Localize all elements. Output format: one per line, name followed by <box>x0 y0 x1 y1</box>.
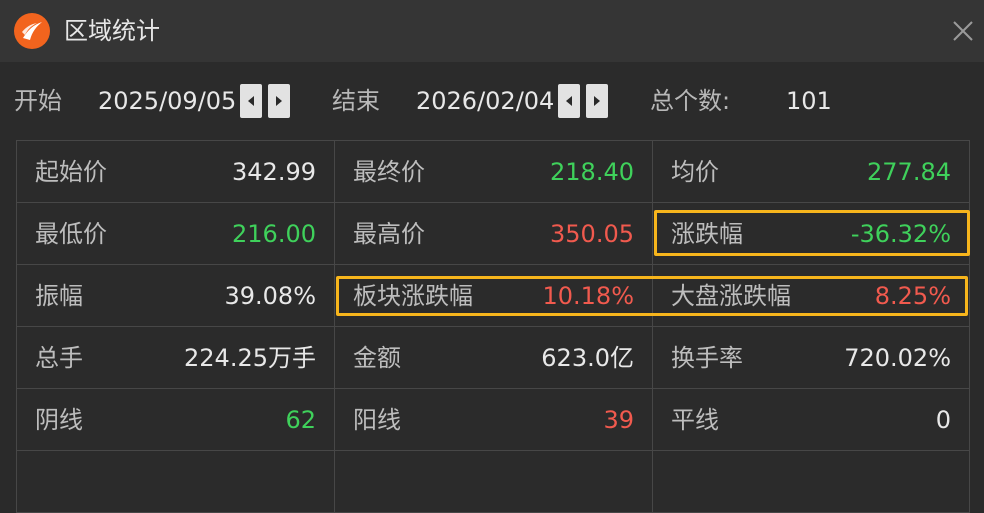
stat-label: 均价 <box>671 158 719 186</box>
stat-cell-sector-change: 板块涨跌幅 10.18% <box>334 264 653 327</box>
stat-value: 62 <box>285 406 316 434</box>
table-row: 总手 224.25万手 金额 623.0亿 换手率 720.02% <box>16 326 970 389</box>
count-value: 101 <box>786 87 832 115</box>
stat-cell-total-volume: 总手 224.25万手 <box>16 326 335 389</box>
stat-label: 涨跌幅 <box>671 220 743 248</box>
stat-value: 720.02% <box>844 344 951 372</box>
stat-label: 换手率 <box>671 344 743 372</box>
stat-value: 342.99 <box>232 158 316 186</box>
stat-value: 350.05 <box>550 220 634 248</box>
stat-value: 8.25% <box>874 282 951 310</box>
table-row: 振幅 39.08% 板块涨跌幅 10.18% 大盘涨跌幅 8.25% <box>16 264 970 327</box>
triangle-left-icon <box>248 96 254 106</box>
start-label: 开始 <box>14 87 62 115</box>
table-row: 最低价 216.00 最高价 350.05 涨跌幅 -36.32% <box>16 202 970 265</box>
stat-value: 0 <box>935 406 951 434</box>
stat-cell-start-price: 起始价 342.99 <box>16 140 335 203</box>
stat-value: 216.00 <box>232 220 316 248</box>
stat-cell-high-price: 最高价 350.05 <box>334 202 653 265</box>
app-logo-icon <box>14 13 50 49</box>
count-label: 总个数: <box>650 87 731 115</box>
end-prev-button[interactable] <box>558 84 580 118</box>
stat-value: -36.32% <box>850 220 951 248</box>
stat-cell-up-candles: 阳线 39 <box>334 388 653 451</box>
stat-label: 总手 <box>35 344 83 372</box>
stat-value: 39.08% <box>224 282 316 310</box>
start-prev-button[interactable] <box>240 84 262 118</box>
triangle-left-icon <box>566 96 572 106</box>
stat-cell-market-change: 大盘涨跌幅 8.25% <box>652 264 970 327</box>
end-next-button[interactable] <box>586 84 608 118</box>
stat-value: 224.25万手 <box>184 344 316 372</box>
stat-label: 最终价 <box>353 158 425 186</box>
stat-label: 阳线 <box>353 406 401 434</box>
end-date[interactable]: 2026/02/04 <box>416 86 554 116</box>
stat-label: 最高价 <box>353 220 425 248</box>
window-title: 区域统计 <box>64 17 160 45</box>
stat-value: 277.84 <box>867 158 951 186</box>
stats-table: 起始价 342.99 最终价 218.40 均价 277.84 最低价 216.… <box>16 140 970 513</box>
stat-label: 阴线 <box>35 406 83 434</box>
stat-label: 大盘涨跌幅 <box>671 282 791 310</box>
stat-label: 平线 <box>671 406 719 434</box>
empty-cell <box>334 450 653 513</box>
empty-cell <box>652 450 970 513</box>
start-date[interactable]: 2025/09/05 <box>98 86 236 116</box>
stat-cell-down-candles: 阴线 62 <box>16 388 335 451</box>
triangle-right-icon <box>276 96 282 106</box>
stat-value: 623.0亿 <box>541 344 634 372</box>
stat-cell-final-price: 最终价 218.40 <box>334 140 653 203</box>
date-range-bar: 开始 2025/09/05 结束 2026/02/04 总个数: 101 <box>0 62 984 140</box>
table-row <box>16 450 970 513</box>
empty-cell <box>16 450 335 513</box>
start-next-button[interactable] <box>268 84 290 118</box>
triangle-right-icon <box>594 96 600 106</box>
stat-label: 振幅 <box>35 282 83 310</box>
stat-label: 最低价 <box>35 220 107 248</box>
stat-cell-amplitude: 振幅 39.08% <box>16 264 335 327</box>
table-row: 阴线 62 阳线 39 平线 0 <box>16 388 970 451</box>
stat-value: 39 <box>603 406 634 434</box>
end-label: 结束 <box>332 87 380 115</box>
stat-cell-amount: 金额 623.0亿 <box>334 326 653 389</box>
table-row: 起始价 342.99 最终价 218.40 均价 277.84 <box>16 140 970 203</box>
stat-label: 金额 <box>353 344 401 372</box>
title-bar[interactable]: 区域统计 <box>0 0 984 62</box>
close-icon[interactable] <box>948 16 978 46</box>
stat-value: 10.18% <box>542 282 634 310</box>
stat-label: 起始价 <box>35 158 107 186</box>
stat-cell-average-price: 均价 277.84 <box>652 140 970 203</box>
stat-cell-turnover: 换手率 720.02% <box>652 326 970 389</box>
stat-label: 板块涨跌幅 <box>353 282 473 310</box>
stat-cell-change-pct: 涨跌幅 -36.32% <box>652 202 970 265</box>
stat-cell-low-price: 最低价 216.00 <box>16 202 335 265</box>
stat-cell-flat-candles: 平线 0 <box>652 388 970 451</box>
stat-value: 218.40 <box>550 158 634 186</box>
